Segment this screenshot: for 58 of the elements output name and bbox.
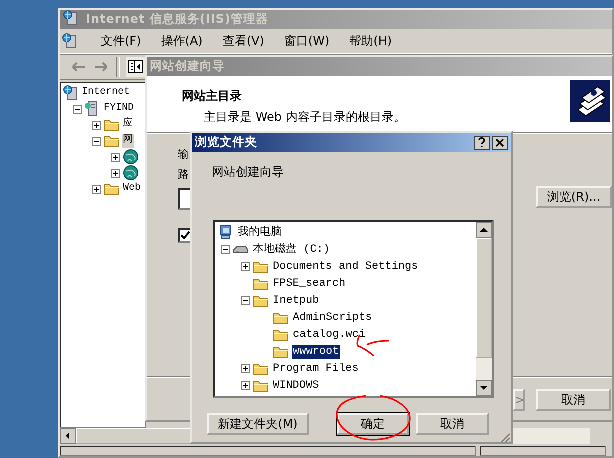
tree-item[interactable]: 我的电脑 — [237, 226, 283, 240]
tree-toggle-icon[interactable] — [126, 57, 146, 77]
window-title: Internet 信息服务(IIS)管理器 — [86, 11, 268, 28]
menu-item[interactable]: 查看(V) — [222, 32, 264, 50]
tree-item[interactable]: Web — [122, 182, 142, 196]
collapse-icon[interactable] — [73, 104, 82, 114]
dialog-title: 浏览文件夹 — [195, 134, 258, 151]
expand-icon[interactable] — [241, 364, 250, 373]
server-icon — [63, 85, 79, 101]
globe-icon — [123, 149, 139, 165]
close-icon[interactable] — [492, 136, 508, 150]
new-folder-button[interactable]: 新建文件夹(M) — [207, 413, 309, 435]
field-label: 路 — [178, 168, 189, 182]
cancel-button[interactable]: 取消 — [536, 389, 611, 411]
tree-item[interactable]: 网 — [122, 134, 134, 148]
description: 主目录是 Web 内容子目录的根目录。 — [203, 109, 406, 126]
cancel-button[interactable]: 取消 — [416, 413, 489, 435]
expand-icon[interactable] — [111, 168, 120, 178]
expand-icon[interactable] — [241, 381, 250, 390]
tree-item[interactable]: WINDOWS — [272, 378, 320, 392]
tree-item[interactable]: catalog.wci — [292, 328, 367, 342]
tree-item[interactable]: 应 — [122, 118, 134, 132]
menu-item[interactable]: 窗口(W) — [284, 32, 330, 50]
expand-icon[interactable] — [92, 120, 101, 130]
expand-icon[interactable] — [111, 152, 120, 162]
tree-item[interactable]: 本地磁盘 (C:) — [252, 242, 332, 256]
tree-item[interactable]: Documents and Settings — [272, 260, 420, 274]
scroll-left-button[interactable] — [60, 428, 76, 444]
tree-item[interactable]: wwwroot — [292, 344, 340, 358]
heading: 网站主目录 — [182, 88, 243, 105]
collapse-icon[interactable] — [221, 245, 230, 254]
tree-item[interactable]: FYIND — [103, 102, 136, 116]
menu-item[interactable]: 帮助(H) — [350, 32, 392, 50]
menu-item[interactable]: 操作(A) — [161, 32, 203, 50]
tree-item[interactable]: Program Files — [272, 362, 360, 376]
browse-button[interactable]: 浏览(R)... — [536, 186, 612, 208]
scroll-up-button[interactable] — [476, 222, 492, 238]
tree-item[interactable]: Inetpub — [272, 294, 320, 308]
scrollbar-thumb[interactable] — [476, 238, 492, 358]
globe-icon — [123, 165, 139, 181]
resize-grip-icon[interactable] — [499, 433, 511, 442]
menu-item[interactable]: 文件(F) — [101, 32, 142, 50]
expand-icon[interactable] — [241, 262, 250, 271]
tree-item[interactable]: FPSE_search — [272, 276, 347, 290]
window-title: 网站创建向导 — [150, 58, 225, 75]
tree-item[interactable]: Internet — [81, 86, 132, 100]
ok-button[interactable]: 确定 — [337, 413, 409, 435]
collapse-icon[interactable] — [92, 136, 101, 146]
tree-item[interactable]: AdminScripts — [292, 310, 374, 324]
collapse-icon[interactable] — [241, 296, 250, 305]
computer-icon — [218, 224, 234, 240]
prompt-text: 网站创建向导 — [211, 164, 285, 181]
scroll-down-button[interactable] — [476, 380, 492, 396]
field-label: 输 — [178, 148, 189, 162]
folder-tree[interactable]: 我的电脑 本地磁盘 (C:) Documents and Settings FPSE_search Inetpub AdminScripts catalog.wci wwwroot Program Files WINDOWS — [213, 220, 494, 398]
server-icon — [62, 33, 78, 49]
expand-icon[interactable] — [92, 184, 101, 194]
help-icon[interactable] — [474, 136, 490, 150]
